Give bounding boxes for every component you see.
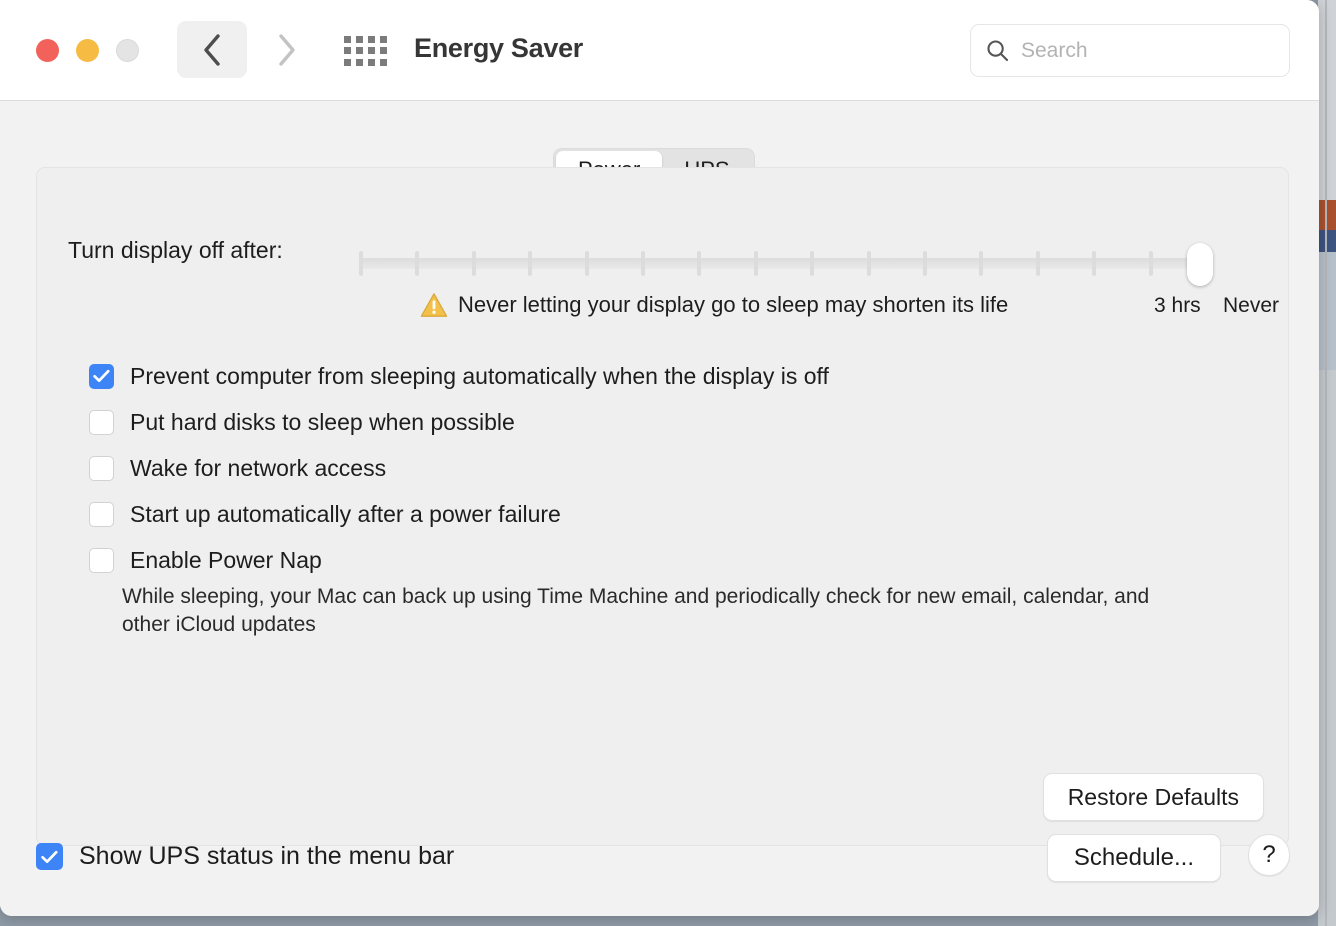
show-ups-status-label: Show UPS status in the menu bar <box>79 842 455 870</box>
grid-dot <box>344 58 351 66</box>
power-option-checkbox[interactable] <box>89 501 114 527</box>
slider-tick <box>810 251 815 276</box>
background-band <box>1318 200 1336 230</box>
help-button[interactable]: ? <box>1248 834 1290 876</box>
search-input[interactable] <box>1021 38 1271 63</box>
warning-text: Never letting your display go to sleep m… <box>458 292 1009 317</box>
forward-button <box>259 21 315 78</box>
slider-tick <box>697 251 702 276</box>
close-button[interactable] <box>36 39 59 62</box>
power-option-checkbox[interactable] <box>89 409 114 435</box>
slider-tick <box>359 251 363 276</box>
grid-dot <box>344 47 351 55</box>
grid-dot <box>380 58 387 66</box>
slider-label-3hrs: 3 hrs <box>1154 294 1201 317</box>
slider-track[interactable] <box>359 258 1209 269</box>
power-option-label: Prevent computer from sleeping automatic… <box>130 362 829 389</box>
show-ups-status-row[interactable]: Show UPS status in the menu bar <box>36 842 454 871</box>
search-icon <box>986 39 1009 62</box>
slider-tick <box>979 251 984 276</box>
energy-saver-window: Energy Saver Power UPS Turn display off <box>0 0 1319 916</box>
power-nap-description: While sleeping, your Mac can back up usi… <box>122 585 1150 636</box>
slider-tick <box>1148 251 1153 276</box>
grid-dot <box>344 36 351 43</box>
display-sleep-slider[interactable] <box>359 243 1213 289</box>
power-option-row[interactable]: Enable Power Nap <box>89 537 1239 583</box>
grid-dot <box>380 36 387 43</box>
background-band <box>1318 370 1336 926</box>
page-title: Energy Saver <box>414 33 583 63</box>
grid-dot <box>356 47 363 55</box>
power-option-label: Start up automatically after a power fai… <box>130 500 561 527</box>
power-option-row[interactable]: Put hard disks to sleep when possible <box>89 399 1239 445</box>
restore-defaults-label: Restore Defaults <box>1067 783 1239 810</box>
power-option-label: Wake for network access <box>130 454 387 481</box>
content-area: Power UPS Turn display off after: 3 hrs … <box>0 101 1319 916</box>
window-footer: Show UPS status in the menu bar Schedule… <box>0 816 1319 916</box>
slider-tick <box>866 251 871 276</box>
grid-dot <box>380 47 387 55</box>
checkmark-icon <box>41 850 58 863</box>
slider-tick <box>471 251 476 276</box>
grid-view-icon[interactable] <box>344 36 388 66</box>
power-option-checkbox[interactable] <box>89 455 114 481</box>
slider-tick <box>641 251 645 276</box>
warning-triangle-icon <box>420 292 448 318</box>
power-option-checkbox[interactable] <box>89 547 114 573</box>
power-options-list: Prevent computer from sleeping automatic… <box>89 353 1239 583</box>
help-button-label: ? <box>1262 841 1276 868</box>
zoom-button <box>116 39 139 62</box>
power-option-row[interactable]: Prevent computer from sleeping automatic… <box>89 353 1239 399</box>
background-band <box>1318 252 1336 370</box>
grid-dot <box>356 58 363 66</box>
turn-display-off-label: Turn display off after: <box>68 237 283 263</box>
slider-tick <box>584 251 589 276</box>
checkmark-icon <box>93 369 110 383</box>
slider-tick <box>528 251 533 276</box>
background-edge-line <box>1325 0 1327 926</box>
power-option-row[interactable]: Wake for network access <box>89 445 1239 491</box>
slider-tick <box>923 251 927 276</box>
slider-tick <box>1035 251 1040 276</box>
grid-dot <box>368 58 375 66</box>
slider-label-never: Never <box>1223 294 1280 317</box>
grid-dot <box>368 36 375 43</box>
chevron-right-icon <box>279 33 295 66</box>
power-option-label: Put hard disks to sleep when possible <box>130 408 515 435</box>
show-ups-status-checkbox[interactable] <box>36 843 63 870</box>
slider-tick <box>1092 251 1097 276</box>
grid-dot <box>368 47 375 55</box>
schedule-button-label: Schedule... <box>1073 844 1194 871</box>
chevron-left-icon <box>204 33 220 66</box>
restore-defaults-button[interactable]: Restore Defaults <box>1042 773 1264 821</box>
slider-tick <box>415 251 420 276</box>
minimize-button[interactable] <box>76 39 99 62</box>
slider-tick <box>753 251 758 276</box>
power-option-checkbox[interactable] <box>89 363 114 389</box>
power-option-row[interactable]: Start up automatically after a power fai… <box>89 491 1239 537</box>
grid-dot <box>356 36 363 43</box>
window-titlebar: Energy Saver <box>0 0 1319 101</box>
search-field[interactable] <box>970 24 1290 77</box>
schedule-button[interactable]: Schedule... <box>1046 834 1221 882</box>
background-band <box>1318 0 1336 200</box>
back-button[interactable] <box>177 21 247 78</box>
power-option-label: Enable Power Nap <box>130 546 322 573</box>
settings-panel: Turn display off after: 3 hrs Never Neve… <box>36 167 1289 846</box>
background-band <box>1318 230 1336 252</box>
display-sleep-warning: Never letting your display go to sleep m… <box>420 292 1008 318</box>
slider-knob[interactable] <box>1187 243 1213 286</box>
desktop-background-sliver <box>1318 0 1336 926</box>
